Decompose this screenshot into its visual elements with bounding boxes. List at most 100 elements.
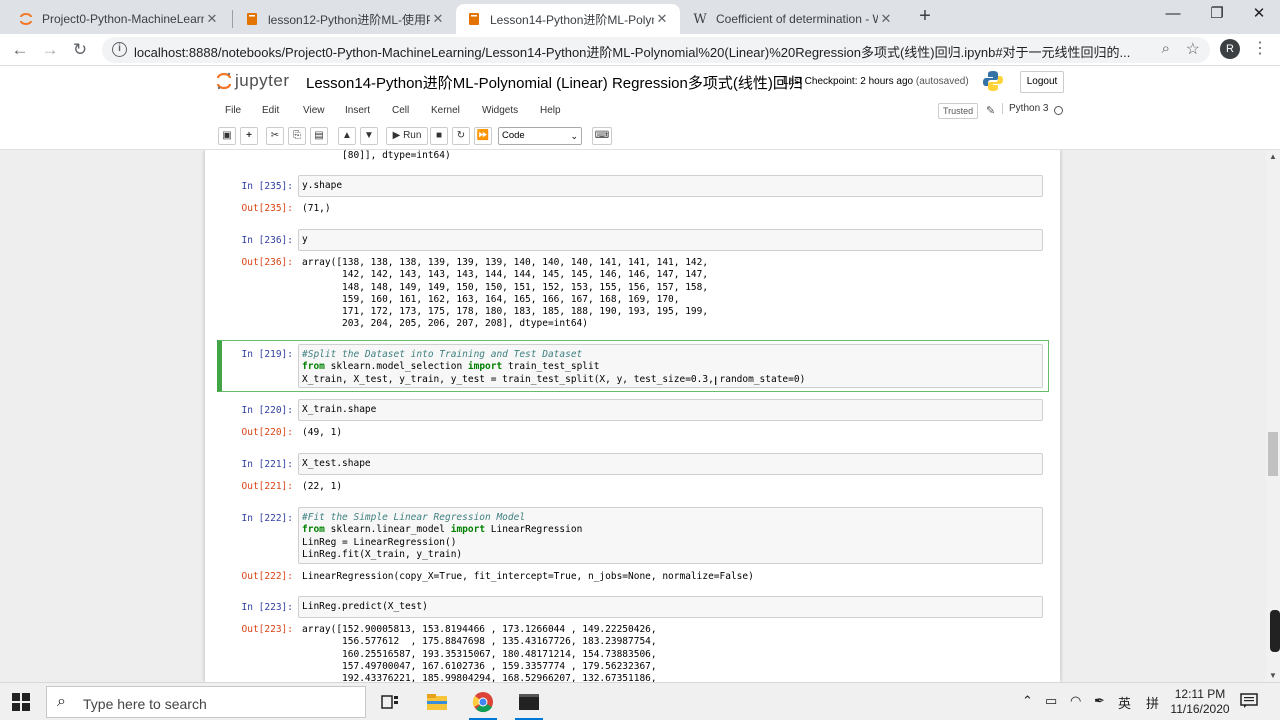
tab-title: Lesson14-Python进阶ML-Polynom [490, 12, 654, 27]
scroll-down-arrow-icon[interactable]: ▼ [1269, 671, 1277, 680]
reload-icon[interactable]: ↻ [68, 38, 92, 62]
address-bar[interactable]: i localhost:8888/notebooks/Project0-Pyth… [102, 37, 1210, 63]
zoom-icon[interactable]: ⌕ [1162, 40, 1170, 57]
code-text: LinReg.fit(X_train, y_train) [302, 548, 463, 560]
input-prompt: In [222]: [241, 513, 293, 524]
close-icon[interactable]: ✕ [204, 11, 220, 27]
new-tab-button[interactable]: + [914, 6, 936, 28]
windows-start-icon[interactable] [12, 693, 30, 711]
jupyter-logo-icon [216, 72, 232, 90]
cut-icon[interactable]: ✂ [266, 127, 284, 145]
restart-run-all-icon[interactable]: ⏩ [474, 127, 492, 145]
trusted-indicator[interactable]: Trusted [938, 103, 979, 119]
code-cell-input[interactable]: y [298, 229, 1043, 251]
interrupt-icon[interactable]: ■ [430, 127, 448, 145]
notification-icon[interactable] [1240, 693, 1258, 709]
move-up-icon[interactable]: ▲ [338, 127, 356, 145]
menu-help[interactable]: Help [540, 105, 561, 116]
pencil-icon[interactable]: ✎ [986, 104, 995, 117]
copy-icon[interactable]: ⎘ [288, 127, 306, 145]
browser-tab-lesson14[interactable]: Lesson14-Python进阶ML-Polynom ✕ [456, 4, 680, 34]
run-button[interactable]: ▶ Run [386, 127, 428, 145]
insert-cell-below-button[interactable]: + [240, 127, 258, 145]
code-keyword: from [302, 361, 325, 373]
cell-type-select[interactable]: Code ⌄ [498, 127, 582, 145]
menu-view[interactable]: View [303, 105, 325, 116]
code-cell-input[interactable]: LinReg.predict(X_test) [298, 596, 1043, 618]
menu-kernel[interactable]: Kernel [431, 105, 460, 116]
scrollbar-thumb[interactable] [1268, 432, 1278, 476]
run-label: Run [403, 130, 422, 141]
menu-edit[interactable]: Edit [262, 105, 279, 116]
pen-icon[interactable]: ✒ [1094, 693, 1105, 709]
code-cell-input[interactable]: X_train.shape [298, 399, 1043, 421]
close-icon[interactable]: ✕ [654, 11, 670, 27]
browser-tab-project0[interactable]: Project0-Python-MachineLearnin ✕ [8, 4, 230, 34]
browser-menu-icon[interactable]: ⋮ [1252, 38, 1268, 60]
menu-widgets[interactable]: Widgets [482, 105, 518, 116]
output-prompt: Out[221]: [241, 481, 293, 492]
wikipedia-icon: W [693, 11, 707, 27]
notebook-icon [244, 11, 260, 27]
code-text: y.shape [302, 180, 343, 191]
code-text: X_train, X_test, y_train, y_test = train… [302, 373, 806, 385]
taskbar-search-box[interactable]: ⌕ Type here to search [46, 686, 366, 718]
restore-button[interactable]: ❐ [1194, 0, 1240, 30]
scroll-up-arrow-icon[interactable]: ▲ [1269, 152, 1277, 161]
info-icon[interactable]: i [112, 42, 127, 57]
logout-button[interactable]: Logout [1020, 71, 1064, 93]
scroll-overlay-handle[interactable] [1270, 610, 1280, 652]
tab-title: Project0-Python-MachineLearnin [42, 12, 204, 26]
forward-arrow-icon[interactable]: → [38, 38, 62, 62]
clock[interactable]: 12:11 PM 11/16/2020 [1170, 687, 1230, 717]
checkpoint-status: Last Checkpoint: 2 hours ago (autosaved) [783, 76, 969, 87]
code-module: sklearn.model_selection [324, 361, 468, 373]
browser-tab-wikipedia[interactable]: W Coefficient of determination - W ✕ [682, 4, 904, 34]
menu-insert[interactable]: Insert [345, 105, 370, 116]
output-fragment: [80]], dtype=int64) [302, 150, 451, 161]
input-prompt: In [221]: [241, 459, 293, 470]
profile-avatar[interactable]: R [1220, 39, 1240, 59]
vertical-scrollbar[interactable]: ▲ ▼ [1266, 150, 1280, 682]
output-prompt: Out[220]: [241, 427, 293, 438]
chevron-up-icon[interactable]: ⌃ [1022, 693, 1033, 709]
menu-cell[interactable]: Cell [392, 105, 409, 116]
code-editor[interactable]: #Fit the Simple Linear Regression Model … [299, 508, 1042, 565]
wifi-icon[interactable]: ◠ [1070, 693, 1081, 709]
browser-toolbar: ← → ↻ i localhost:8888/notebooks/Project… [0, 34, 1280, 66]
command-palette-icon[interactable]: ⌨ [592, 127, 612, 145]
code-cell-input[interactable]: X_test.shape [298, 453, 1043, 475]
chrome-icon[interactable] [463, 687, 503, 720]
notebook-menubar: File Edit View Insert Cell Kernel Widget… [214, 100, 1068, 124]
tab-separator [232, 10, 233, 28]
save-icon[interactable]: ▣ [218, 127, 236, 145]
code-cell-input[interactable]: y.shape [298, 175, 1043, 197]
cell-output: (71,) [302, 203, 331, 214]
code-cell-input[interactable]: #Fit the Simple Linear Regression Model … [298, 507, 1043, 564]
ime-mode-indicator[interactable]: 拼 [1146, 693, 1159, 712]
search-placeholder: Type here to search [83, 696, 207, 712]
code-editor[interactable]: #Split the Dataset into Training and Tes… [299, 345, 1042, 390]
notebook-title[interactable]: Lesson14-Python进阶ML-Polynomial (Linear) … [306, 72, 803, 93]
close-window-button[interactable]: ✕ [1236, 0, 1280, 30]
terminal-icon[interactable] [509, 687, 549, 720]
paste-icon[interactable]: ▤ [310, 127, 328, 145]
jupyter-wordmark: jupyter [235, 71, 290, 90]
bookmark-star-icon[interactable]: ☆ [1186, 39, 1200, 59]
kernel-name: Python 3 [1002, 103, 1048, 114]
move-down-icon[interactable]: ▼ [360, 127, 378, 145]
minimize-button[interactable]: — [1150, 0, 1196, 30]
close-icon[interactable]: ✕ [878, 11, 894, 27]
battery-icon[interactable]: ▭ [1045, 693, 1057, 709]
restart-icon[interactable]: ↻ [452, 127, 470, 145]
jupyter-logo[interactable]: jupyter [216, 71, 290, 91]
browser-tab-lesson12[interactable]: lesson12-Python进阶ML-使用Pyt ✕ [234, 4, 456, 34]
url-text[interactable]: localhost:8888/notebooks/Project0-Python… [134, 42, 1134, 61]
file-explorer-icon[interactable] [417, 687, 457, 717]
task-view-icon[interactable] [370, 687, 410, 717]
back-arrow-icon[interactable]: ← [8, 38, 32, 62]
code-cell-input[interactable]: #Split the Dataset into Training and Tes… [298, 344, 1043, 388]
ime-language-indicator[interactable]: 英 [1118, 693, 1131, 712]
close-icon[interactable]: ✕ [430, 11, 446, 27]
menu-file[interactable]: File [225, 105, 241, 116]
